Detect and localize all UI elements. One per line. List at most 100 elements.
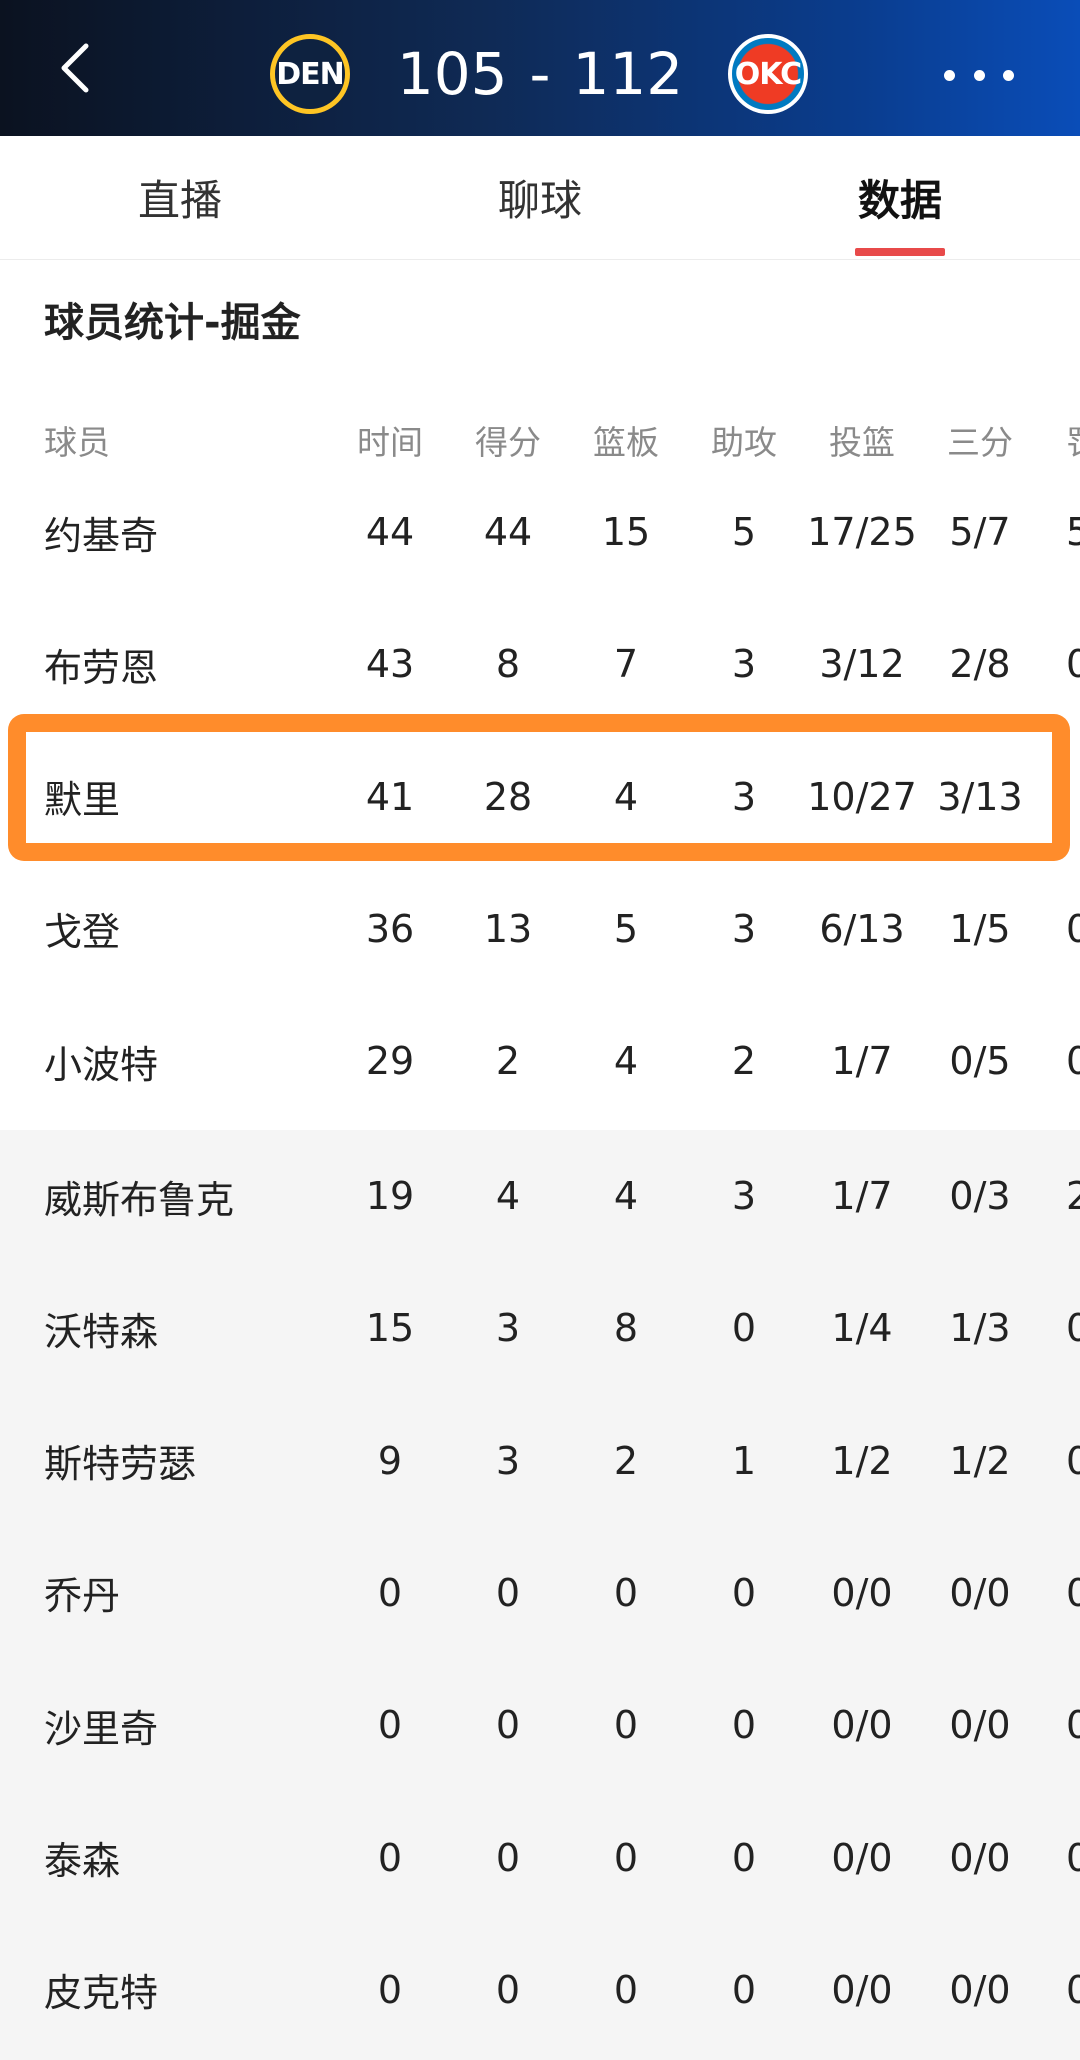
free-throws: 0	[1066, 1438, 1080, 1483]
player-row[interactable]: 约基奇 44 44 15 5 17/25 5/7 5	[0, 466, 1080, 598]
player-name: 泰森	[44, 1839, 121, 1883]
player-name: 布劳恩	[44, 645, 159, 690]
free-throws: 0	[1066, 1570, 1080, 1615]
player-row[interactable]: 沃特森 15 3 8 0 1/4 1/3 0	[0, 1262, 1080, 1394]
minutes: 36	[365, 906, 415, 951]
minutes: 9	[377, 1438, 403, 1483]
score-separator: -	[529, 40, 551, 108]
minutes: 41	[365, 774, 415, 819]
minutes: 0	[377, 1570, 403, 1615]
away-team-abbr: OKC	[734, 56, 802, 92]
rebounds: 0	[613, 1703, 639, 1748]
player-name: 威斯布鲁克	[44, 1177, 235, 1222]
player-name: 小波特	[44, 1042, 159, 1087]
home-team-logo[interactable]: DEN	[270, 34, 350, 114]
player-row[interactable]: 泰森 0 0 0 0 0/0 0/0 0	[0, 1792, 1080, 1924]
player-name: 默里	[44, 778, 121, 823]
field-goals: 0/0	[831, 1570, 893, 1615]
free-throws: 0	[1066, 1967, 1080, 2012]
three-pointers: 0/0	[949, 1967, 1011, 2012]
assists: 5	[731, 510, 757, 554]
rebounds: 7	[613, 642, 639, 687]
points: 0	[495, 1835, 521, 1880]
rebounds: 8	[613, 1306, 639, 1351]
back-button[interactable]	[48, 42, 100, 94]
player-row[interactable]: 布劳恩 43 8 7 3 3/12 2/8 0	[0, 598, 1080, 730]
field-goals: 10/27	[807, 774, 917, 819]
free-throws: 0	[1066, 1306, 1080, 1351]
three-pointers: 5/7	[949, 510, 1011, 554]
tab-chat[interactable]: 聊球	[390, 136, 690, 259]
points: 44	[483, 510, 533, 554]
points: 0	[495, 1967, 521, 2012]
minutes: 0	[377, 1835, 403, 1880]
scoreboard: 105 - 112	[380, 36, 700, 112]
free-throws: 5	[1066, 510, 1080, 554]
player-row[interactable]: 沙里奇 0 0 0 0 0/0 0/0 0	[0, 1659, 1080, 1791]
tab-stats[interactable]: 数据	[750, 136, 1050, 259]
player-name: 约基奇	[44, 513, 159, 558]
free-throws: 0	[1066, 642, 1080, 687]
minutes: 15	[365, 1306, 415, 1351]
player-name: 沃特森	[44, 1309, 159, 1354]
player-name: 沙里奇	[44, 1706, 159, 1751]
field-goals: 0/0	[831, 1967, 893, 2012]
home-score: 105	[396, 40, 508, 108]
assists: 0	[731, 1967, 757, 2012]
minutes: 0	[377, 1967, 403, 2012]
three-pointers: 0/3	[949, 1174, 1011, 1218]
player-row[interactable]: 默里 41 28 4 3 10/27 3/13	[0, 731, 1080, 863]
tab-bar: 直播 聊球 数据	[0, 136, 1080, 260]
player-row[interactable]: 皮克特 0 0 0 0 0/0 0/0 0	[0, 1924, 1080, 2056]
player-name: 乔丹	[44, 1574, 121, 1619]
three-pointers: 1/5	[949, 906, 1011, 951]
field-goals: 0/0	[831, 1703, 893, 1748]
more-horizontal-icon	[1003, 69, 1014, 81]
rebounds: 2	[613, 1438, 639, 1483]
rebounds: 0	[613, 1835, 639, 1880]
tab-live[interactable]: 直播	[30, 136, 330, 259]
three-pointers: 2/8	[949, 642, 1011, 687]
field-goals: 6/13	[819, 906, 905, 951]
more-horizontal-icon	[973, 69, 985, 81]
rebounds: 4	[613, 1039, 639, 1084]
field-goals: 1/7	[831, 1174, 893, 1218]
assists: 0	[731, 1835, 757, 1880]
points: 0	[495, 1703, 521, 1748]
points: 28	[483, 774, 533, 819]
player-row[interactable]: 戈登 36 13 5 3 6/13 1/5 0	[0, 863, 1080, 995]
more-horizontal-icon	[944, 69, 955, 81]
free-throws: 0	[1066, 1835, 1080, 1880]
field-goals: 0/0	[831, 1835, 893, 1880]
assists: 1	[731, 1438, 757, 1483]
three-pointers: 0/5	[949, 1039, 1011, 1084]
minutes: 43	[365, 642, 415, 687]
player-row[interactable]: 威斯布鲁克 19 4 4 3 1/7 0/3 2	[0, 1130, 1080, 1262]
points: 3	[495, 1306, 521, 1351]
three-pointers: 0/0	[949, 1570, 1011, 1615]
assists: 3	[731, 1174, 757, 1218]
away-team-logo[interactable]: OKC	[728, 34, 808, 114]
away-score: 112	[572, 40, 684, 108]
points: 4	[495, 1174, 521, 1218]
tab-label: 数据	[857, 176, 942, 225]
player-name: 斯特劳瑟	[44, 1442, 197, 1487]
assists: 2	[731, 1039, 757, 1084]
assists: 3	[731, 642, 757, 687]
rebounds: 4	[613, 1174, 639, 1218]
assists: 3	[731, 774, 757, 819]
rebounds: 15	[601, 510, 651, 554]
home-team-abbr: DEN	[276, 56, 345, 92]
player-row[interactable]: 乔丹 0 0 0 0 0/0 0/0 0	[0, 1527, 1080, 1659]
player-name: 戈登	[44, 910, 121, 955]
tab-label: 直播	[137, 176, 222, 225]
free-throws: 0	[1066, 1703, 1080, 1748]
assists: 0	[731, 1570, 757, 1615]
player-row[interactable]: 斯特劳瑟 9 3 2 1 1/2 1/2 0	[0, 1395, 1080, 1527]
more-button[interactable]	[944, 60, 1014, 90]
player-row[interactable]: 小波特 29 2 4 2 1/7 0/5 0	[0, 995, 1080, 1127]
rebounds: 0	[613, 1967, 639, 2012]
three-pointers: 0/0	[949, 1703, 1011, 1748]
three-pointers: 1/3	[949, 1306, 1011, 1351]
rebounds: 0	[613, 1570, 639, 1615]
